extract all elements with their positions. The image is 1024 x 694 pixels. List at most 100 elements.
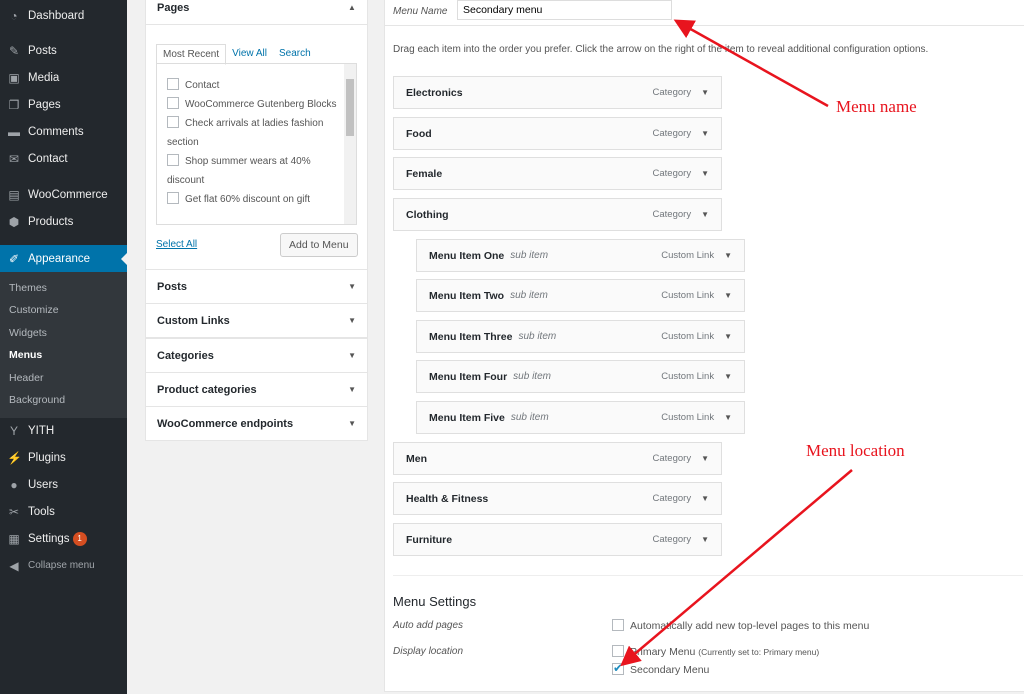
pages-list: Contact WooCommerce Gutenberg Blocks Check… [156,63,357,225]
add-to-menu-button[interactable]: Add to Menu [280,233,358,257]
nav-yith[interactable]: Y YITH [0,417,127,444]
nav-tools[interactable]: ✂ Tools [0,498,127,525]
page-checkbox[interactable] [167,78,179,90]
menu-item[interactable]: Health & Fitness Category ▼ [393,482,722,515]
submenu-themes[interactable]: Themes [9,282,47,294]
nav-users[interactable]: ● Users [0,471,127,498]
page-option[interactable]: Get flat 60% discount on gift [157,190,356,209]
page-checkbox[interactable] [167,154,179,166]
comment-icon: ▬ [8,124,20,139]
auto-add-checkbox[interactable] [612,619,624,631]
nav-pages[interactable]: ❐ Pages [0,91,127,118]
submenu-header[interactable]: Header [9,372,43,384]
menu-name-input[interactable] [457,0,672,20]
page-checkbox[interactable] [167,116,179,128]
scrollbar[interactable] [344,64,356,224]
primary-menu-text: Primary Menu [630,646,696,658]
expand-icon[interactable]: ▼ [348,351,356,360]
menu-item[interactable]: Female Category ▼ [393,157,722,190]
nav-contact[interactable]: ✉ Contact [0,145,127,172]
expand-icon[interactable]: ▼ [348,316,356,325]
expand-arrow-icon[interactable]: ▼ [701,494,709,503]
menu-item[interactable]: Menu Item Four sub item Custom Link ▼ [416,360,745,393]
expand-icon[interactable]: ▼ [348,282,356,291]
accordion-categories[interactable]: Categories ▼ [145,337,368,373]
page-checkbox[interactable] [167,97,179,109]
auto-add-option[interactable]: Automatically add new top-level pages to… [612,619,869,632]
accordion-title: Product categories [157,383,257,396]
nav-appearance[interactable]: ✐ Appearance [0,245,127,272]
nav-posts[interactable]: ✎ Posts [0,37,127,64]
expand-icon[interactable]: ▼ [348,385,356,394]
page-option[interactable]: Check arrivals at ladies fashion section [157,114,356,152]
expand-arrow-icon[interactable]: ▼ [701,169,709,178]
nav-media[interactable]: ▣ Media [0,64,127,91]
instructions: Drag each item into the order you prefer… [393,44,929,55]
nav-dashboard[interactable]: ◔ Dashboard [0,2,127,29]
tab-view-all[interactable]: View All [226,44,273,65]
tab-most-recent[interactable]: Most Recent [156,44,227,65]
nav-plugins[interactable]: ⚡ Plugins [0,444,127,471]
expand-arrow-icon[interactable]: ▼ [701,88,709,97]
nav-comments[interactable]: ▬ Comments [0,118,127,145]
expand-arrow-icon[interactable]: ▼ [724,372,732,381]
expand-arrow-icon[interactable]: ▼ [724,332,732,341]
menu-item-type: Custom Link [661,290,715,301]
page-checkbox[interactable] [167,192,179,204]
menu-item-title: Electronics [406,86,463,99]
tab-search[interactable]: Search [273,44,317,65]
menu-item-subtitle: sub item [513,371,551,382]
accordion-product-categories[interactable]: Product categories ▼ [145,371,368,407]
primary-menu-option[interactable]: Primary Menu (Currently set to: Primary … [612,645,819,658]
menu-settings-title: Menu Settings [393,594,477,609]
menu-item[interactable]: Menu Item Three sub item Custom Link ▼ [416,320,745,353]
menu-item[interactable]: Furniture Category ▼ [393,523,722,556]
secondary-menu-checkbox[interactable]: ✔ [612,661,624,675]
menu-item-subtitle: sub item [510,290,548,301]
menu-item-title: Health & Fitness [406,492,489,505]
display-location-label: Display location [393,646,464,657]
menu-item-type: Category [652,493,692,504]
submenu-menus[interactable]: Menus [9,349,42,361]
secondary-menu-option[interactable]: ✔ Secondary Menu [612,661,709,676]
accordion-woocommerce-endpoints[interactable]: WooCommerce endpoints ▼ [145,406,368,442]
pages-tabs: Most Recent View All Search [156,44,317,65]
expand-arrow-icon[interactable]: ▼ [724,291,732,300]
menu-item[interactable]: Men Category ▼ [393,442,722,475]
expand-arrow-icon[interactable]: ▼ [701,535,709,544]
nav-label: Comments [28,125,84,138]
page-option[interactable]: Shop summer wears at 40% discount [157,152,356,190]
nav-label: Appearance [28,252,91,265]
menu-item-type: Category [652,534,692,545]
submenu-background[interactable]: Background [9,394,65,406]
nav-collapse-menu[interactable]: ◀ Collapse menu [0,552,127,579]
menu-item-type: Custom Link [661,250,715,261]
menu-item[interactable]: Menu Item Five sub item Custom Link ▼ [416,401,745,434]
accordion-posts[interactable]: Posts ▼ [145,269,368,304]
menu-item[interactable]: Electronics Category ▼ [393,76,722,109]
nav-products[interactable]: ⬢ Products [0,208,127,235]
collapse-up-icon[interactable]: ▲ [348,3,356,12]
page-option[interactable]: Contact [157,76,356,95]
select-all-link[interactable]: Select All [156,239,197,250]
media-icon: ▣ [8,70,20,85]
accordion-custom-links[interactable]: Custom Links ▼ [145,303,368,339]
nav-settings[interactable]: ▦ Settings 1 [0,525,127,552]
menu-item[interactable]: Food Category ▼ [393,117,722,150]
dashboard-icon: ◔ [10,8,18,23]
primary-menu-checkbox[interactable] [612,645,624,657]
nav-woocommerce[interactable]: ▤ WooCommerce [0,181,127,208]
menu-item[interactable]: Menu Item One sub item Custom Link ▼ [416,239,745,272]
menu-item[interactable]: Clothing Category ▼ [393,198,722,231]
submenu-customize[interactable]: Customize [9,304,59,316]
expand-arrow-icon[interactable]: ▼ [724,251,732,260]
expand-icon[interactable]: ▼ [348,419,356,428]
expand-arrow-icon[interactable]: ▼ [701,210,709,219]
menu-item-type: Custom Link [661,331,715,342]
submenu-widgets[interactable]: Widgets [9,327,47,339]
expand-arrow-icon[interactable]: ▼ [701,454,709,463]
page-option[interactable]: WooCommerce Gutenberg Blocks [157,95,356,114]
expand-arrow-icon[interactable]: ▼ [724,413,732,422]
menu-item[interactable]: Menu Item Two sub item Custom Link ▼ [416,279,745,312]
expand-arrow-icon[interactable]: ▼ [701,129,709,138]
